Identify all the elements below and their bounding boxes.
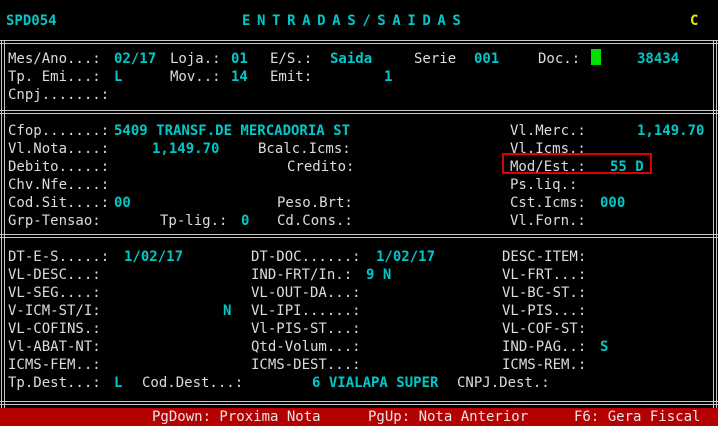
- doc-field[interactable]: 38434: [637, 50, 679, 68]
- vl-forn-label: Vl.Forn.:: [510, 213, 586, 229]
- vl-cofins-label: VL-COFINS.:: [8, 321, 101, 337]
- v-icm-st-label: V-ICM-ST/I:: [8, 303, 101, 319]
- pgdown-hint[interactable]: PgDown: Proxima Nota: [152, 408, 321, 426]
- dt-es-label: DT-E-S.....:: [8, 249, 110, 265]
- es-field[interactable]: Saida: [330, 50, 372, 68]
- divider-bottom: [0, 401, 718, 402]
- vl-merc-label: Vl.Merc.:: [510, 123, 586, 139]
- tp-dest-field[interactable]: L: [114, 374, 122, 392]
- loja-label: Loja.:: [170, 51, 221, 67]
- icms-fem-label: ICMS-FEM..:: [8, 357, 101, 373]
- divider-1: [0, 110, 718, 111]
- debito-label: Debito.....:: [8, 159, 110, 175]
- desc-item-label: DESC-ITEM:: [502, 249, 587, 265]
- ind-pag-label: IND-PAG..:: [502, 339, 587, 355]
- divider-2-inner: [0, 237, 718, 238]
- icms-dest-label: ICMS-DEST...:: [251, 357, 361, 373]
- cst-icms-label: Cst.Icms:: [510, 195, 586, 211]
- dt-doc-field[interactable]: 1/02/17: [376, 248, 435, 266]
- serie-label: Serie: [414, 51, 457, 67]
- divider-top: [0, 40, 718, 41]
- peso-brt-label: Peso.Brt:: [277, 195, 353, 211]
- tp-emi-field[interactable]: L: [114, 68, 122, 86]
- vl-bc-st-label: VL-BC-ST.:: [502, 285, 587, 301]
- tp-dest-label: Tp.Dest...:: [8, 375, 101, 391]
- divider-top-inner: [0, 43, 718, 44]
- vl-out-da-label: VL-OUT-DA...:: [251, 285, 361, 301]
- frame-right: [713, 40, 714, 408]
- emit-label: Emit:: [270, 69, 313, 85]
- screen-title: ENTRADAS/SAIDAS: [242, 13, 468, 29]
- cst-icms-field[interactable]: 000: [600, 194, 625, 212]
- dt-doc-label: DT-DOC......:: [251, 249, 361, 265]
- mov-label: Mov..:: [170, 69, 221, 85]
- vl-cof-st-label: VL-COF-ST:: [502, 321, 587, 337]
- vl-seg-label: VL-SEG....:: [8, 285, 101, 301]
- loja-field[interactable]: 01: [231, 50, 248, 68]
- cod-sit-field[interactable]: 00: [114, 194, 131, 212]
- vl-nota-label: Vl.Nota....:: [8, 141, 110, 157]
- vl-pis-st-label: Vl-PIS-ST...:: [251, 321, 361, 337]
- vl-merc-field[interactable]: 1,149.70: [637, 122, 704, 140]
- cod-sit-label: Cod.Sit....:: [8, 195, 110, 211]
- cod-dest-field[interactable]: 6 VIALAPA SUPER: [312, 374, 438, 392]
- ind-frt-field[interactable]: 9 N: [366, 266, 391, 284]
- frame-left-inner: [4, 40, 5, 408]
- ind-pag-field[interactable]: S: [600, 338, 608, 356]
- ps-liq-label: Ps.liq.:: [510, 177, 578, 193]
- vl-nota-field[interactable]: 1,149.70: [152, 140, 219, 158]
- vl-abat-nt-label: Vl-ABAT-NT:: [8, 339, 101, 355]
- status-bar: PgDown: Proxima Nota PgUp: Nota Anterior…: [0, 408, 718, 426]
- es-label: E/S.:: [270, 51, 313, 67]
- vl-ipi-label: VL-IPI......:: [251, 303, 361, 319]
- divider-1-inner: [0, 113, 718, 114]
- cnpj-label: Cnpj.......:: [8, 87, 110, 103]
- cfop-field[interactable]: 5409 TRANSF.DE MERCADORIA ST: [114, 122, 350, 140]
- cfop-label: Cfop.......:: [8, 123, 110, 139]
- divider-bottom-inner: [0, 404, 718, 405]
- chv-nfe-label: Chv.Nfe....:: [8, 177, 110, 193]
- frame-right-inner: [716, 40, 717, 408]
- mov-field[interactable]: 14: [231, 68, 248, 86]
- grp-tensao-label: Grp-Tensao:: [8, 213, 101, 229]
- cnpj-dest-label: CNPJ.Dest.:: [457, 375, 550, 391]
- tp-lig-field[interactable]: 0: [241, 212, 249, 230]
- vl-desc-label: VL-DESC...:: [8, 267, 101, 283]
- cd-cons-label: Cd.Cons.:: [277, 213, 353, 229]
- icms-rem-label: ICMS-REM.:: [502, 357, 587, 373]
- frame-left: [1, 40, 2, 408]
- doc-label: Doc.:: [538, 51, 581, 67]
- divider-2: [0, 234, 718, 235]
- mes-ano-field[interactable]: 02/17: [114, 50, 156, 68]
- bcalc-icms-label: Bcalc.Icms:: [258, 141, 351, 157]
- program-code: SPD054: [6, 13, 57, 29]
- tp-emi-label: Tp. Emi...:: [8, 69, 101, 85]
- vl-pis-label: VL-PIS...:: [502, 303, 587, 319]
- qtd-volum-label: Qtd-Volum...:: [251, 339, 361, 355]
- mes-ano-label: Mes/Ano...:: [8, 51, 101, 67]
- cod-dest-label: Cod.Dest...:: [142, 375, 244, 391]
- emit-field[interactable]: 1: [384, 68, 392, 86]
- mod-est-field[interactable]: 55 D: [610, 158, 644, 176]
- ind-frt-label: IND-FRT/In.:: [251, 267, 353, 283]
- credito-label: Credito:: [287, 159, 355, 175]
- dt-es-field[interactable]: 1/02/17: [124, 248, 183, 266]
- pgup-hint[interactable]: PgUp: Nota Anterior: [368, 408, 528, 426]
- v-icm-st-field[interactable]: N: [223, 302, 231, 320]
- tp-lig-label: Tp-lig.:: [160, 213, 228, 229]
- vl-frt-label: VL-FRT...:: [502, 267, 587, 283]
- f6-hint[interactable]: F6: Gera Fiscal: [574, 408, 700, 426]
- text-cursor: [591, 49, 601, 65]
- mode-indicator: C: [690, 13, 699, 29]
- mod-est-label: Mod/Est.:: [510, 159, 586, 175]
- serie-field[interactable]: 001: [474, 50, 499, 68]
